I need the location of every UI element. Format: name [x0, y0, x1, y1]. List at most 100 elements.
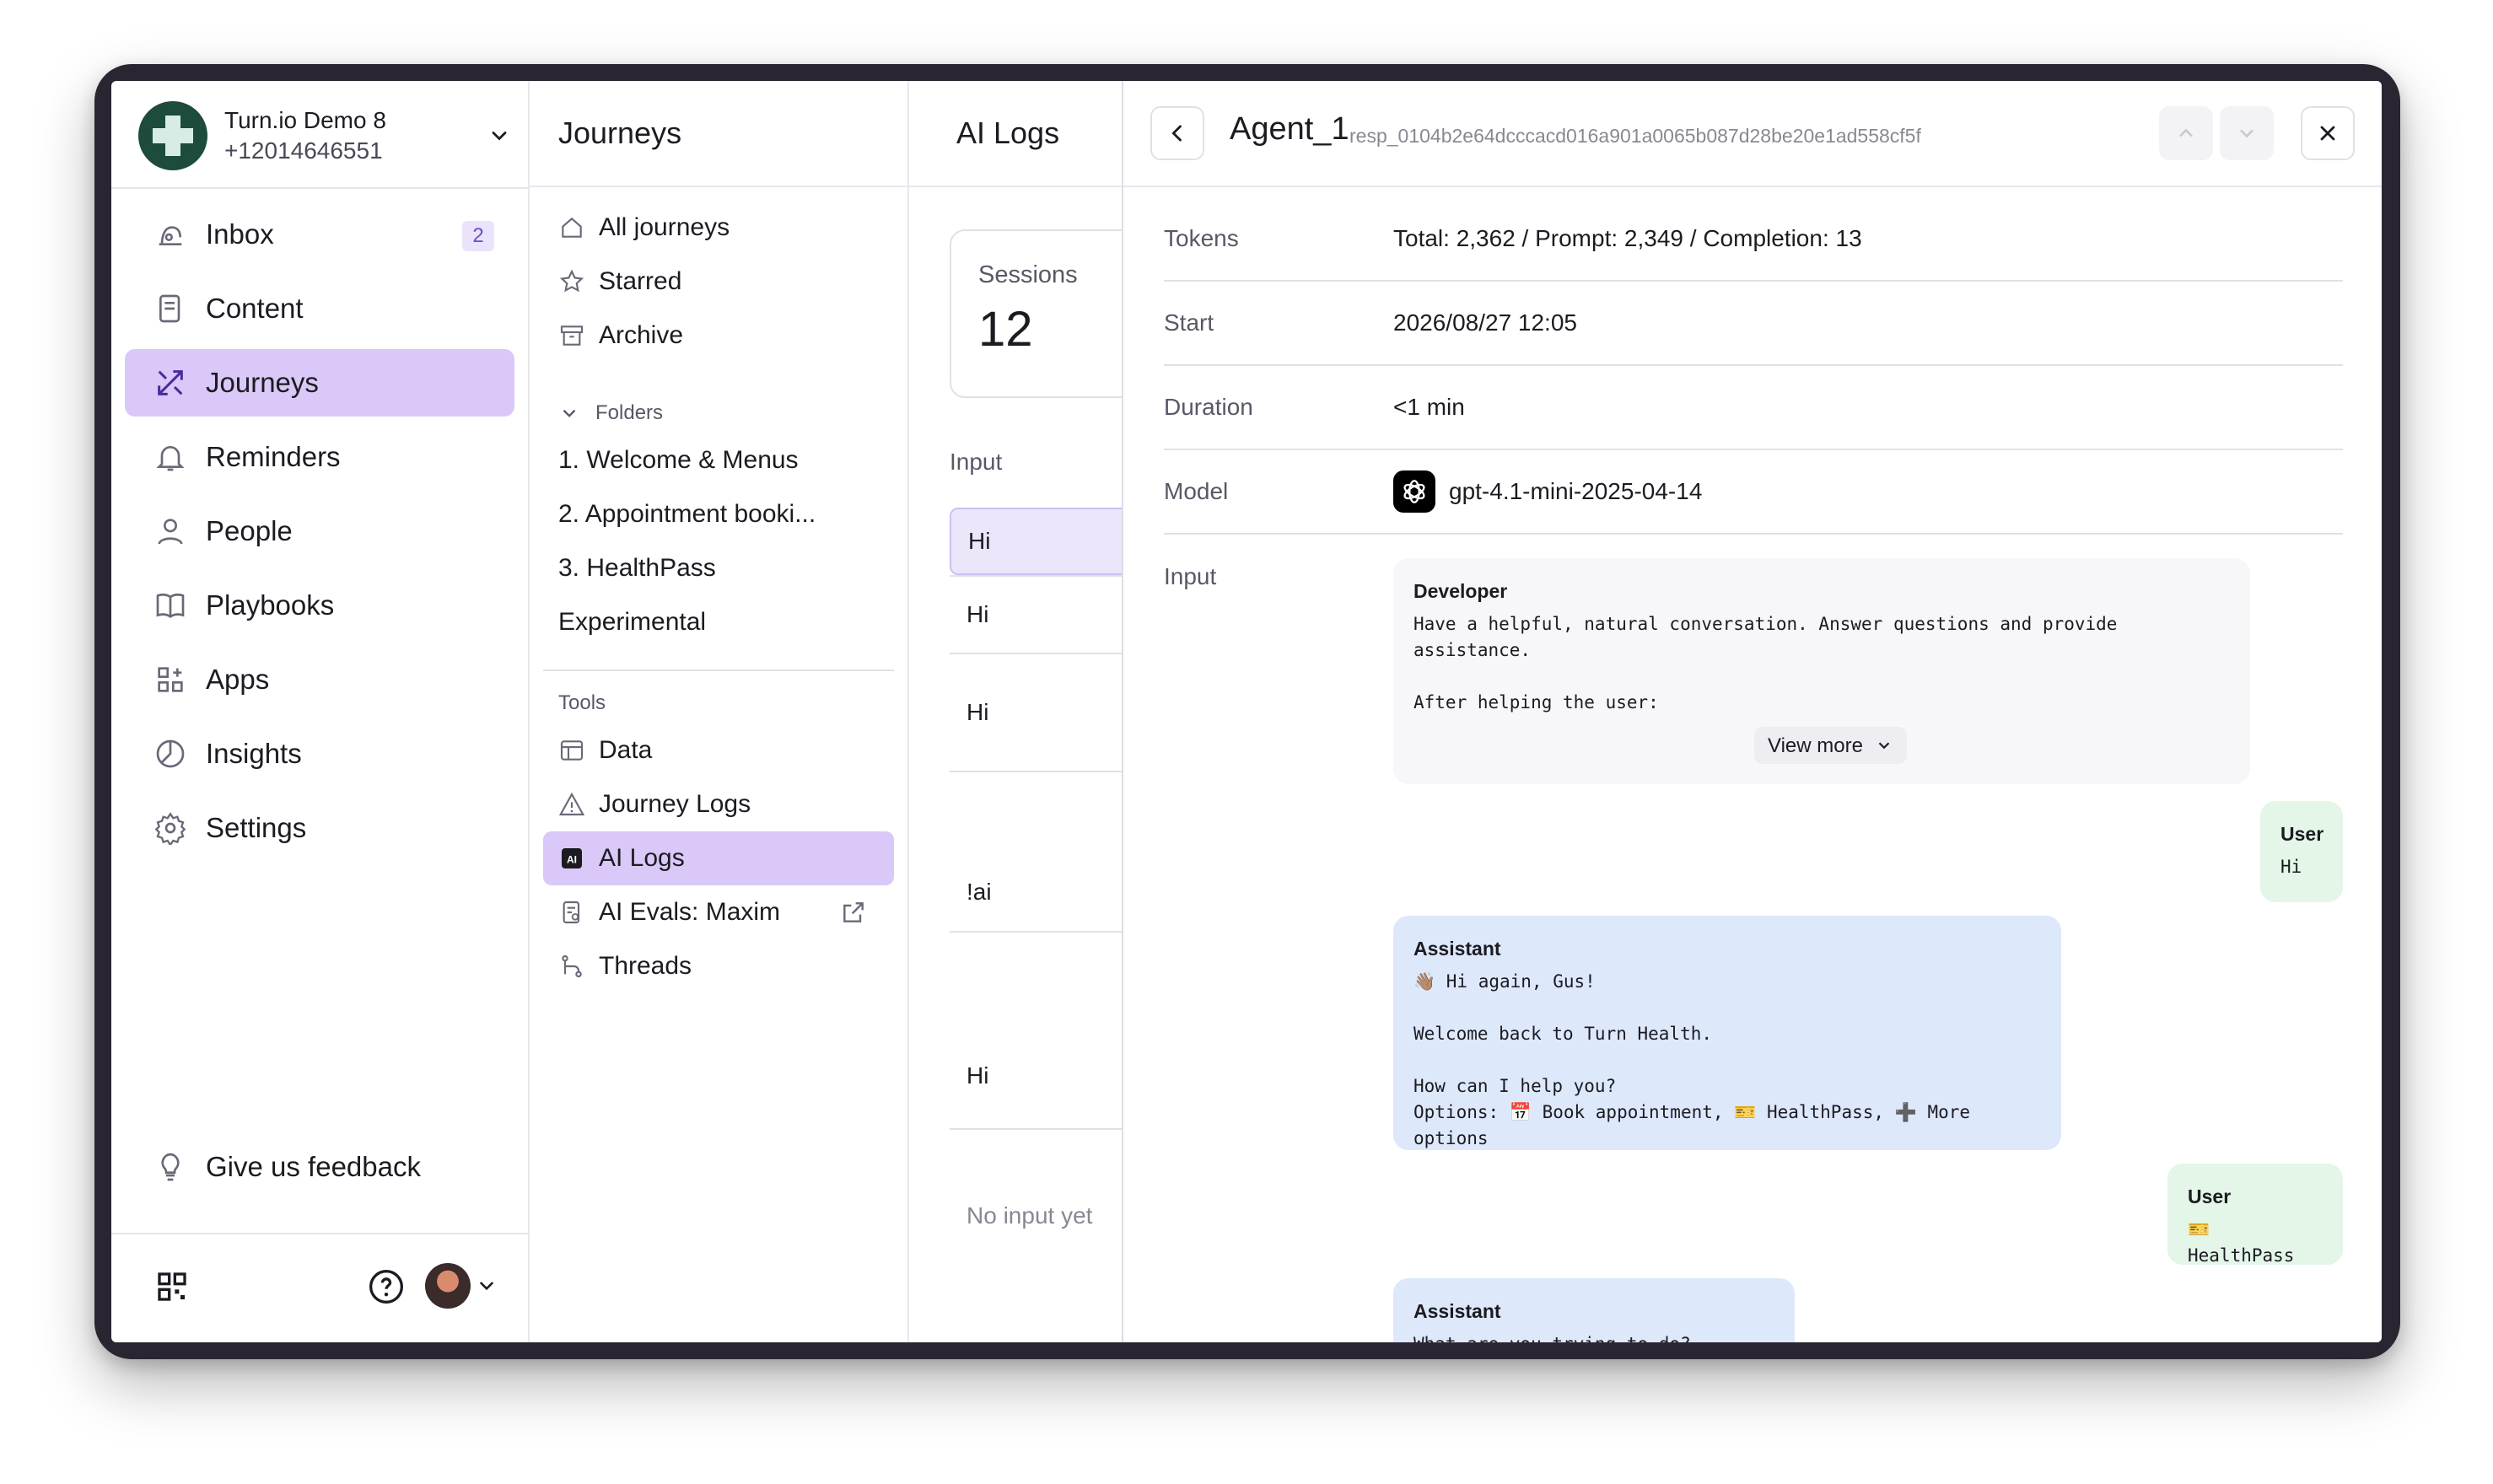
journeys-item-label: Archive — [599, 321, 684, 349]
message-role: User — [2280, 823, 2324, 845]
tool-label: AI Evals: Maxim — [599, 898, 781, 926]
nav-label: Content — [206, 293, 304, 324]
start-label: Start — [1164, 309, 1214, 336]
message-role: Assistant — [1413, 1300, 1501, 1322]
tool-ai-logs[interactable]: AI AI Logs — [543, 831, 894, 885]
star-icon — [559, 269, 584, 293]
model-row: Model gpt-4.1-mini-2025-04-14 — [1164, 450, 2343, 535]
branch-icon — [562, 954, 582, 978]
next-button[interactable] — [2220, 106, 2274, 160]
folder-item[interactable]: 2. Appointment booki... — [543, 487, 894, 541]
folder-item[interactable]: Experimental — [543, 595, 894, 649]
nav-item-apps[interactable]: Apps — [125, 646, 514, 713]
nav-item-content[interactable]: Content — [125, 275, 514, 342]
main-nav: Inbox 2 Content Journeys Reminders Peopl… — [125, 201, 514, 868]
table-row[interactable]: Hi — [950, 931, 1122, 1130]
row-input: Hi — [967, 1062, 989, 1089]
table-row[interactable]: Hi — [950, 508, 1122, 575]
nav-item-insights[interactable]: Insights — [125, 720, 514, 788]
nav-label: People — [206, 515, 293, 546]
nav-label: Settings — [206, 812, 307, 843]
tool-threads[interactable]: Threads — [543, 939, 894, 993]
folder-label: Experimental — [558, 608, 707, 636]
nav-item-settings[interactable]: Settings — [125, 794, 514, 862]
view-more-button[interactable]: View more — [1754, 727, 1907, 764]
assistant-message: Assistant 👋🏽 Hi again, Gus! Welcome back… — [1393, 916, 2061, 1150]
folder-item[interactable]: 1. Welcome & Menus — [543, 433, 894, 487]
duration-value: <1 min — [1393, 394, 1465, 420]
app-window: Turn.io Demo 8 +12014646551 Inbox 2 Cont… — [111, 81, 2382, 1342]
response-id: resp_0104b2e64dcccacd016a901a0065b087d28… — [1349, 125, 1921, 147]
nav-label: Playbooks — [206, 589, 335, 621]
chevron-down-icon[interactable] — [476, 1275, 498, 1297]
journeys-panel: Journeys All journeys Starred Archive Fo… — [530, 81, 909, 1342]
inbox-icon — [159, 226, 182, 245]
row-input: !ai — [967, 879, 992, 905]
tool-data[interactable]: Data — [543, 723, 894, 777]
user-avatar[interactable] — [425, 1263, 471, 1309]
metadata-list: Tokens Total: 2,362 / Prompt: 2,349 / Co… — [1164, 197, 2343, 535]
journeys-starred[interactable]: Starred — [543, 255, 894, 309]
tool-label: Journey Logs — [599, 790, 751, 818]
gear-icon — [154, 812, 186, 845]
nav-label: Inbox — [206, 218, 274, 250]
bell-icon — [156, 446, 185, 471]
folders-label: Folders — [595, 401, 664, 424]
external-link-icon — [843, 902, 864, 922]
message-role: User — [2188, 1186, 2232, 1207]
nav-item-journeys[interactable]: Journeys — [125, 349, 514, 417]
model-label: Model — [1164, 478, 1229, 504]
main-sidebar: Turn.io Demo 8 +12014646551 Inbox 2 Cont… — [111, 81, 530, 1342]
message-body: 🎫 HealthPass — [2188, 1219, 2295, 1266]
close-button[interactable] — [2301, 106, 2355, 160]
table-row[interactable]: !ai — [950, 771, 1122, 931]
chevron-up-icon — [2179, 128, 2193, 137]
book-icon — [156, 593, 185, 618]
back-button[interactable] — [1150, 106, 1204, 160]
start-row: Start 2026/08/27 12:05 — [1164, 282, 2343, 366]
nav-item-reminders[interactable]: Reminders — [125, 423, 514, 491]
message-role: Developer — [1413, 580, 1508, 602]
qr-code-icon[interactable] — [155, 1270, 189, 1304]
feedback-link[interactable]: Give us feedback — [153, 1150, 421, 1184]
tool-label: Threads — [599, 952, 692, 980]
nav-label: Apps — [206, 664, 270, 695]
tool-label: Data — [599, 736, 653, 764]
person-icon — [158, 519, 183, 545]
chevron-down-icon — [1878, 742, 1890, 750]
start-value: 2026/08/27 12:05 — [1393, 309, 1577, 336]
journeys-archive[interactable]: Archive — [543, 309, 894, 363]
table-icon — [560, 740, 584, 761]
message-body: What are you trying to do? — [1413, 1331, 1774, 1342]
tool-ai-evals[interactable]: AI Evals: Maxim — [543, 885, 894, 939]
previous-button[interactable] — [2159, 106, 2213, 160]
help-icon[interactable] — [368, 1268, 405, 1305]
nav-item-people[interactable]: People — [125, 497, 514, 565]
nav-label: Reminders — [206, 441, 341, 472]
assistant-message: Assistant What are you trying to do? — [1393, 1278, 1795, 1342]
row-input: Hi — [967, 699, 989, 725]
ai-logs-panel: AI Logs Sessions 12 Input Hi Hi Hi !ai H… — [909, 81, 1123, 1342]
nav-item-inbox[interactable]: Inbox 2 — [125, 201, 514, 268]
chevron-down-icon — [492, 132, 507, 141]
journeys-title: Journeys — [530, 81, 907, 187]
warning-icon — [558, 792, 585, 816]
tool-journey-logs[interactable]: Journey Logs — [543, 777, 894, 831]
org-switcher[interactable]: Turn.io Demo 8 +12014646551 — [138, 99, 511, 172]
folder-item[interactable]: 3. HealthPass — [543, 541, 894, 595]
journeys-all[interactable]: All journeys — [543, 201, 894, 255]
folder-label: 1. Welcome & Menus — [558, 446, 799, 474]
developer-message: Developer Have a helpful, natural conver… — [1393, 558, 2250, 784]
nav-label: Journeys — [206, 367, 319, 398]
table-row[interactable]: Hi — [950, 653, 1122, 771]
ai-icon: AI — [562, 848, 582, 868]
sessions-value: 12 — [978, 302, 1033, 357]
tool-label: AI Logs — [599, 844, 685, 872]
table-row[interactable]: Hi — [950, 575, 1122, 653]
chevron-left-icon — [1171, 125, 1182, 142]
input-column-header: Input — [950, 449, 1003, 475]
nav-item-playbooks[interactable]: Playbooks — [125, 572, 514, 639]
folders-toggle[interactable]: Folders — [543, 393, 894, 433]
archive-icon — [560, 325, 584, 346]
sessions-label: Sessions — [978, 261, 1078, 288]
